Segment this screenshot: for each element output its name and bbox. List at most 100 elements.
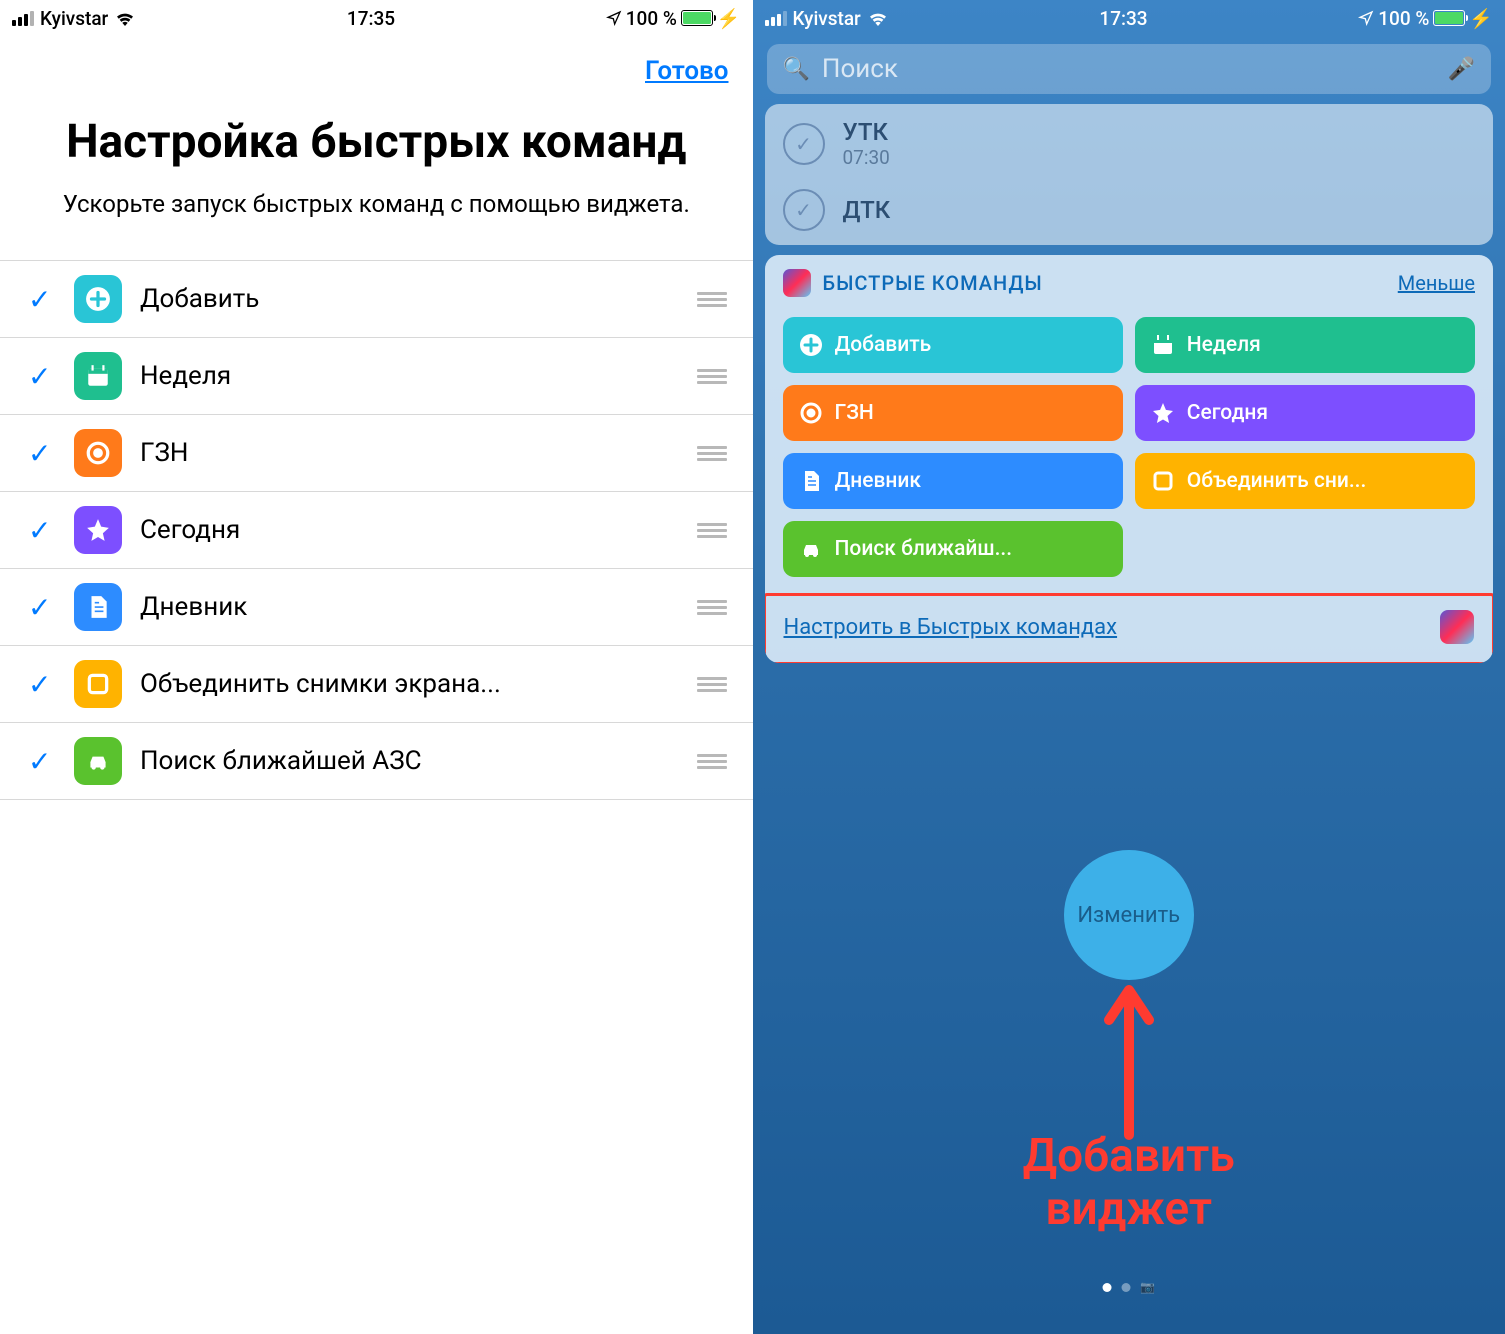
shortcuts-widget: БЫСТРЫЕ КОМАНДЫ Меньше Добавить Неделя Г… [765, 255, 1494, 663]
plus-icon [74, 275, 122, 323]
tile-label: Поиск ближайш... [835, 537, 1013, 561]
today-view-screen: Kyivstar 17:33 100 % ⚡ 🔍 Поиск 🎤 ✓ УТК 0… [753, 0, 1505, 1334]
square-icon [1151, 469, 1175, 493]
shortcut-label: Объединить снимки экрана... [140, 669, 679, 699]
wifi-icon [867, 10, 889, 26]
shortcut-tile[interactable]: Добавить [783, 317, 1123, 373]
time-label: 17:33 [1099, 7, 1147, 30]
target-icon [74, 429, 122, 477]
shortcut-tile[interactable]: Дневник [783, 453, 1123, 509]
reminder-row[interactable]: ✓ УТК 07:30 [765, 108, 1494, 179]
configure-link[interactable]: Настроить в Быстрых командах [784, 615, 1118, 640]
done-button[interactable]: Готово [645, 56, 729, 86]
annotation-text: Добавить виджет [941, 1130, 1317, 1236]
carrier-label: Kyivstar [793, 7, 861, 30]
shortcut-row[interactable]: ✓ Поиск ближайшей АЗС [0, 723, 753, 800]
tile-label: ГЗН [835, 401, 874, 425]
target-icon [799, 401, 823, 425]
show-less-button[interactable]: Меньше [1398, 271, 1475, 295]
car-icon [799, 537, 823, 561]
shortcut-row[interactable]: ✓ Дневник [0, 569, 753, 646]
shortcut-row[interactable]: ✓ Объединить снимки экрана... [0, 646, 753, 723]
calendar-icon [1151, 333, 1175, 357]
edit-button[interactable]: Изменить [1064, 850, 1194, 980]
drag-handle-icon[interactable] [697, 523, 733, 538]
charging-icon: ⚡ [1469, 7, 1493, 30]
shortcut-tile[interactable]: ГЗН [783, 385, 1123, 441]
widget-footer-highlighted: Настроить в Быстрых командах [765, 593, 1494, 663]
wifi-icon [114, 10, 136, 26]
square-icon [74, 660, 122, 708]
search-placeholder: Поиск [822, 54, 1436, 84]
page-title: Настройка быстрых команд [40, 116, 713, 169]
shortcut-label: Дневник [140, 592, 679, 622]
mic-icon[interactable]: 🎤 [1448, 57, 1475, 82]
shortcut-row[interactable]: ✓ Неделя [0, 338, 753, 415]
check-icon[interactable]: ✓ [28, 437, 56, 470]
search-input[interactable]: 🔍 Поиск 🎤 [767, 44, 1492, 94]
check-icon[interactable]: ✓ [28, 360, 56, 393]
check-icon[interactable]: ✓ [28, 591, 56, 624]
widget-title: БЫСТРЫЕ КОМАНДЫ [823, 271, 1386, 295]
check-icon[interactable]: ✓ [28, 745, 56, 778]
shortcut-row[interactable]: ✓ Сегодня [0, 492, 753, 569]
shortcut-label: ГЗН [140, 438, 679, 468]
check-icon[interactable]: ✓ [28, 668, 56, 701]
drag-handle-icon[interactable] [697, 754, 733, 769]
car-icon [74, 737, 122, 785]
tile-label: Неделя [1187, 333, 1261, 357]
tile-label: Добавить [835, 333, 932, 357]
header: Настройка быстрых команд Ускорьте запуск… [0, 96, 753, 260]
carrier-label: Kyivstar [40, 7, 108, 30]
shortcut-label: Добавить [140, 284, 679, 314]
shortcut-tile[interactable]: Сегодня [1135, 385, 1475, 441]
tile-label: Сегодня [1187, 401, 1268, 425]
time-label: 17:35 [347, 7, 395, 30]
drag-handle-icon[interactable] [697, 292, 733, 307]
tile-label: Объединить сни... [1187, 469, 1367, 493]
camera-icon: 📷 [1140, 1280, 1155, 1294]
location-icon [606, 10, 622, 26]
check-circle-icon[interactable]: ✓ [783, 123, 825, 165]
plus-icon [799, 333, 823, 357]
drag-handle-icon[interactable] [697, 677, 733, 692]
shortcut-tile[interactable]: Неделя [1135, 317, 1475, 373]
reminder-row[interactable]: ✓ ДТК [765, 179, 1494, 241]
star-icon [1151, 401, 1175, 425]
location-icon [1358, 10, 1374, 26]
reminder-text: УТК 07:30 [843, 118, 890, 169]
shortcut-row[interactable]: ✓ Добавить [0, 261, 753, 338]
shortcut-label: Сегодня [140, 515, 679, 545]
drag-handle-icon[interactable] [697, 369, 733, 384]
check-icon[interactable]: ✓ [28, 514, 56, 547]
shortcut-tile[interactable]: Объединить сни... [1135, 453, 1475, 509]
shortcut-row[interactable]: ✓ ГЗН [0, 415, 753, 492]
status-bar: Kyivstar 17:33 100 % ⚡ [753, 0, 1505, 36]
battery-icon [681, 10, 713, 26]
page-subtitle: Ускорьте запуск быстрых команд с помощью… [40, 189, 713, 220]
tile-label: Дневник [835, 469, 921, 493]
battery-label: 100 % [626, 7, 677, 30]
drag-handle-icon[interactable] [697, 446, 733, 461]
shortcut-list: ✓ Добавить ✓ Неделя ✓ ГЗН ✓ Сегодня ✓ Дн… [0, 260, 753, 800]
search-icon: 🔍 [783, 57, 810, 82]
shortcut-label: Неделя [140, 361, 679, 391]
check-icon[interactable]: ✓ [28, 283, 56, 316]
drag-handle-icon[interactable] [697, 600, 733, 615]
battery-icon [1433, 10, 1465, 26]
shortcuts-app-icon[interactable] [1440, 610, 1474, 644]
shortcut-label: Поиск ближайшей АЗС [140, 746, 679, 776]
annotation-arrow [1084, 980, 1174, 1140]
reminders-widget: ✓ УТК 07:30 ✓ ДТК [765, 104, 1494, 245]
star-icon [74, 506, 122, 554]
reminder-text: ДТК [843, 196, 891, 224]
calendar-icon [74, 352, 122, 400]
widget-grid: Добавить Неделя ГЗН Сегодня Дневник Объе… [765, 311, 1494, 593]
signal-icon [12, 11, 34, 26]
shortcut-tile[interactable]: Поиск ближайш... [783, 521, 1123, 577]
shortcuts-app-icon [783, 269, 811, 297]
signal-icon [765, 11, 787, 26]
doc-icon [74, 583, 122, 631]
check-circle-icon[interactable]: ✓ [783, 189, 825, 231]
page-indicator: 📷 [1102, 1280, 1155, 1294]
